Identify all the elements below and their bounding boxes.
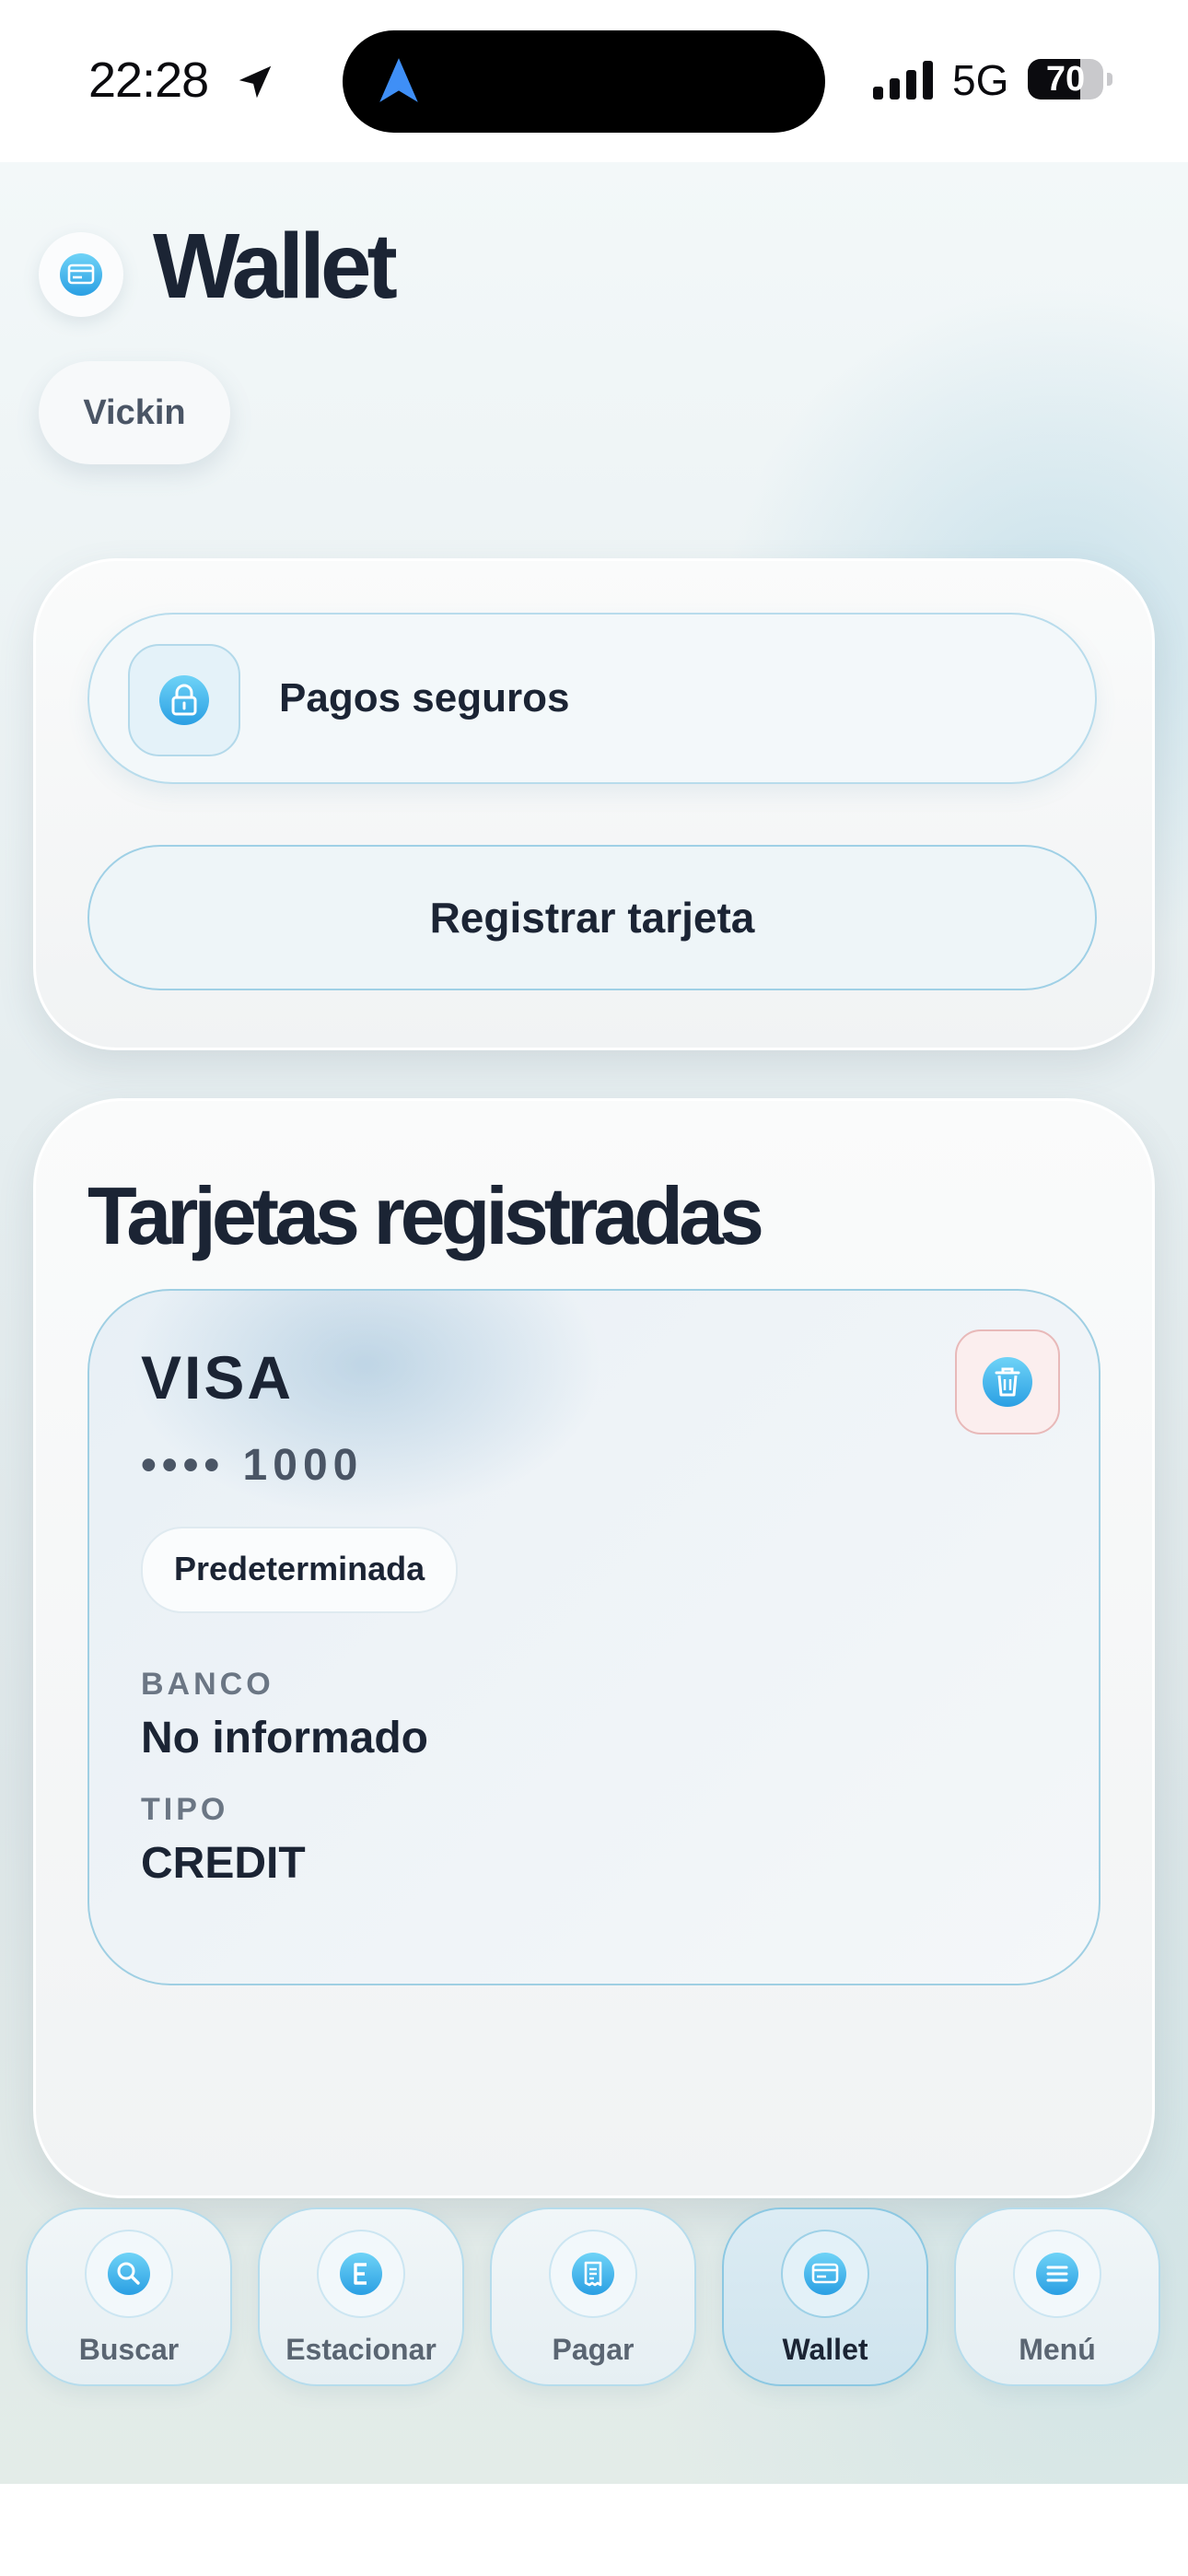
wallet-card-icon bbox=[804, 2253, 846, 2295]
registered-cards-section: Tarjetas registradas VISA •••• 1000 Pred… bbox=[33, 1098, 1155, 2198]
tab-label: Estacionar bbox=[285, 2333, 437, 2366]
card-number: •••• 1000 bbox=[141, 1441, 364, 1490]
tab-menu[interactable]: Menú bbox=[954, 2207, 1160, 2386]
tab-estacionar[interactable]: Estacionar bbox=[258, 2207, 464, 2386]
bank-value: No informado bbox=[141, 1714, 428, 1762]
navigation-arrow-icon bbox=[379, 58, 418, 102]
dynamic-island bbox=[343, 30, 825, 133]
battery-icon: 70 bbox=[1028, 59, 1112, 100]
delete-card-button[interactable] bbox=[955, 1329, 1060, 1434]
lock-icon bbox=[159, 675, 209, 725]
wallet-card-icon bbox=[60, 253, 102, 296]
location-arrow-icon bbox=[239, 65, 272, 99]
tab-pagar[interactable]: Pagar bbox=[490, 2207, 696, 2386]
secure-payments-banner: Pagos seguros bbox=[87, 613, 1097, 784]
tab-label: Menú bbox=[1019, 2333, 1096, 2366]
tab-icon-wrap bbox=[1013, 2230, 1101, 2318]
actions-card: Pagos seguros Registrar tarjeta bbox=[33, 558, 1155, 1050]
bottom-tab-bar: Buscar Estacionar Pagar Wallet Menú bbox=[0, 2207, 1188, 2392]
section-title: Tarjetas registradas bbox=[87, 1170, 764, 1261]
trash-icon bbox=[983, 1357, 1032, 1407]
type-value: CREDIT bbox=[141, 1839, 306, 1888]
tab-label: Wallet bbox=[782, 2333, 868, 2366]
menu-icon bbox=[1036, 2253, 1078, 2295]
home-indicator-area bbox=[0, 2484, 1188, 2576]
secure-payments-label: Pagos seguros bbox=[279, 675, 570, 720]
tab-wallet[interactable]: Wallet bbox=[722, 2207, 928, 2386]
status-bar: 22:28 5G 70 bbox=[0, 0, 1188, 162]
default-badge: Predeterminada bbox=[141, 1527, 459, 1613]
search-icon bbox=[108, 2253, 150, 2295]
battery-level: 70 bbox=[1045, 60, 1086, 99]
payment-card[interactable]: VISA •••• 1000 Predeterminada BANCO No i… bbox=[87, 1289, 1101, 1985]
status-time: 22:28 bbox=[88, 53, 209, 108]
bank-label: BANCO bbox=[141, 1667, 274, 1702]
page-title: Wallet bbox=[153, 215, 398, 318]
lock-icon-box bbox=[128, 644, 240, 756]
wallet-header-icon bbox=[39, 232, 123, 317]
user-name-pill[interactable]: Vickin bbox=[39, 361, 230, 464]
receipt-icon bbox=[572, 2253, 614, 2295]
tab-label: Buscar bbox=[78, 2333, 180, 2366]
tab-icon-wrap bbox=[549, 2230, 637, 2318]
tab-buscar[interactable]: Buscar bbox=[26, 2207, 232, 2386]
tab-icon-wrap bbox=[317, 2230, 405, 2318]
network-type: 5G bbox=[952, 56, 1009, 104]
card-brand: VISA bbox=[141, 1343, 295, 1411]
parking-e-icon bbox=[340, 2253, 382, 2295]
cellular-signal-icon bbox=[873, 61, 933, 100]
register-card-button[interactable]: Registrar tarjeta bbox=[87, 845, 1097, 990]
tab-label: Pagar bbox=[552, 2333, 635, 2366]
type-label: TIPO bbox=[141, 1792, 229, 1827]
tab-icon-wrap bbox=[85, 2230, 173, 2318]
tab-icon-wrap bbox=[781, 2230, 869, 2318]
